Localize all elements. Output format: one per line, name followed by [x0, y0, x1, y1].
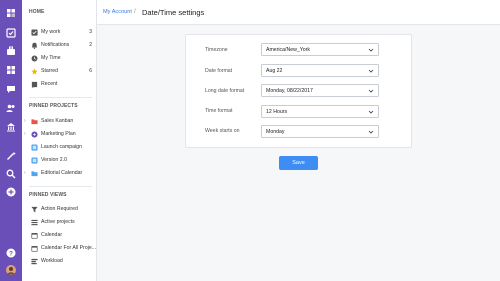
building-icon[interactable] — [5, 121, 17, 133]
sidebar-item-action-required[interactable]: Action Required — [22, 204, 97, 214]
sidebar-item-marketing-plan[interactable]: › Marketing Plan — [22, 129, 97, 139]
page-title: Date/Time settings — [142, 7, 205, 17]
svg-text:?: ? — [9, 250, 13, 257]
pinned-views-title: PINNED VIEWS — [29, 192, 67, 198]
recent-icon — [30, 80, 38, 88]
calendar-icon — [30, 244, 38, 252]
grid-icon[interactable] — [5, 64, 17, 76]
folder-icon — [30, 117, 38, 125]
date-format-select[interactable]: Aug 22 — [261, 64, 379, 77]
sidebar-item-my-time[interactable]: My Time — [22, 53, 97, 63]
sidebar-item-launch-campaign[interactable]: Launch campaign — [22, 142, 97, 152]
sidebar-item-label: Notifications — [41, 42, 70, 48]
chevron-down-icon — [368, 110, 374, 114]
sidebar-item-label: My work — [41, 29, 61, 35]
sidebar-item-label: Sales Kanban — [41, 118, 74, 124]
app-rail: ? — [0, 0, 22, 281]
sidebar-item-calendar-all-projects[interactable]: Calendar For All Proje... — [22, 243, 97, 253]
sidebar-item-label: Calendar — [41, 232, 63, 238]
app-logo-icon[interactable] — [5, 7, 17, 19]
time-format-label: Time format — [205, 108, 233, 114]
chevron-down-icon — [368, 48, 374, 52]
sidebar-item-editorial-calendar[interactable]: › Editorial Calendar — [22, 168, 97, 178]
sidebar-item-label: Marketing Plan — [41, 131, 76, 137]
sidebar-item-version-2[interactable]: Version 2.0 — [22, 155, 97, 165]
breadcrumb-link-my-account[interactable]: My Account — [103, 9, 132, 15]
chevron-down-icon — [368, 89, 374, 93]
avatar[interactable] — [5, 264, 17, 276]
sidebar-item-calendar[interactable]: Calendar — [22, 230, 97, 240]
project-icon — [30, 130, 38, 138]
sidebar-item-starred[interactable]: Starred 6 — [22, 66, 97, 76]
filter-icon — [30, 205, 38, 213]
date-format-value: Aug 22 — [266, 67, 283, 74]
sidebar-item-count: 2 — [89, 42, 92, 48]
briefcase-icon[interactable] — [5, 45, 17, 57]
workload-icon — [30, 257, 38, 265]
home-section-title: HOME — [29, 9, 45, 15]
settings-card: Timezone America/New_York Date format Au… — [185, 34, 412, 148]
folder-icon — [30, 169, 38, 177]
sidebar-item-sales-kanban[interactable]: › Sales Kanban — [22, 116, 97, 126]
pinned-projects-title: PINNED PROJECTS — [29, 103, 78, 109]
bell-icon — [30, 41, 38, 49]
sidebar-item-label: Recent — [41, 81, 58, 87]
chevron-down-icon — [368, 69, 374, 73]
sidebar-item-count: 6 — [89, 68, 92, 74]
sidebar-item-label: Starred — [41, 68, 59, 74]
chevron-right-icon[interactable]: › — [24, 131, 26, 137]
checkbox-icon — [30, 28, 38, 36]
chevron-right-icon[interactable]: › — [24, 170, 26, 176]
breadcrumb: My Account / Date/Time settings — [97, 0, 500, 25]
divider — [29, 186, 92, 187]
sidebar-item-recent[interactable]: Recent — [22, 79, 97, 89]
project-icon — [30, 143, 38, 151]
long-date-format-select[interactable]: Monday, 08/22/2017 — [261, 84, 379, 97]
week-starts-value: Monday — [266, 128, 285, 135]
time-format-select[interactable]: 12 Hours — [261, 105, 379, 118]
sidebar-item-notifications[interactable]: Notifications 2 — [22, 40, 97, 50]
wand-icon[interactable] — [5, 150, 17, 162]
list-icon — [30, 218, 38, 226]
long-date-format-value: Monday, 08/22/2017 — [266, 87, 313, 94]
timezone-value: America/New_York — [266, 46, 310, 53]
home-icon[interactable] — [5, 27, 17, 39]
sidebar-item-workload[interactable]: Workload — [22, 256, 97, 266]
chevron-down-icon — [368, 130, 374, 134]
chevron-right-icon[interactable]: › — [24, 118, 26, 124]
main-content: My Account / Date/Time settings Timezone… — [97, 0, 500, 281]
calendar-icon — [30, 231, 38, 239]
chat-icon[interactable] — [5, 83, 17, 95]
long-date-format-label: Long date format — [205, 88, 245, 94]
people-icon[interactable] — [5, 102, 17, 114]
timezone-label: Timezone — [205, 47, 228, 53]
sidebar-item-my-work[interactable]: My work 3 — [22, 27, 97, 37]
timezone-select[interactable]: America/New_York — [261, 43, 379, 56]
search-icon[interactable] — [5, 168, 17, 180]
sidebar-item-label: Version 2.0 — [41, 157, 67, 163]
breadcrumb-separator: / — [134, 8, 136, 15]
sidebar-item-count: 3 — [89, 29, 92, 35]
project-icon — [30, 156, 38, 164]
week-starts-select[interactable]: Monday — [261, 125, 379, 138]
time-format-value: 12 Hours — [266, 108, 288, 115]
add-icon[interactable] — [5, 186, 17, 198]
sidebar-item-label: Calendar For All Proje... — [41, 245, 97, 251]
date-format-label: Date format — [205, 68, 233, 74]
divider — [29, 97, 92, 98]
sidebar: HOME My work 3 Notifications 2 My Time S… — [22, 0, 97, 281]
sidebar-item-label: Editorial Calendar — [41, 170, 83, 176]
sidebar-item-label: My Time — [41, 55, 61, 61]
star-icon — [30, 67, 38, 75]
clock-icon — [30, 54, 38, 62]
sidebar-item-label: Launch campaign — [41, 144, 82, 150]
sidebar-item-label: Active projects — [41, 219, 75, 225]
sidebar-item-label: Action Required — [41, 206, 78, 212]
save-button[interactable]: Save — [279, 156, 318, 170]
help-icon[interactable]: ? — [5, 247, 17, 259]
week-starts-label: Week starts on — [205, 128, 240, 134]
sidebar-item-label: Workload — [41, 258, 63, 264]
sidebar-item-active-projects[interactable]: Active projects — [22, 217, 97, 227]
